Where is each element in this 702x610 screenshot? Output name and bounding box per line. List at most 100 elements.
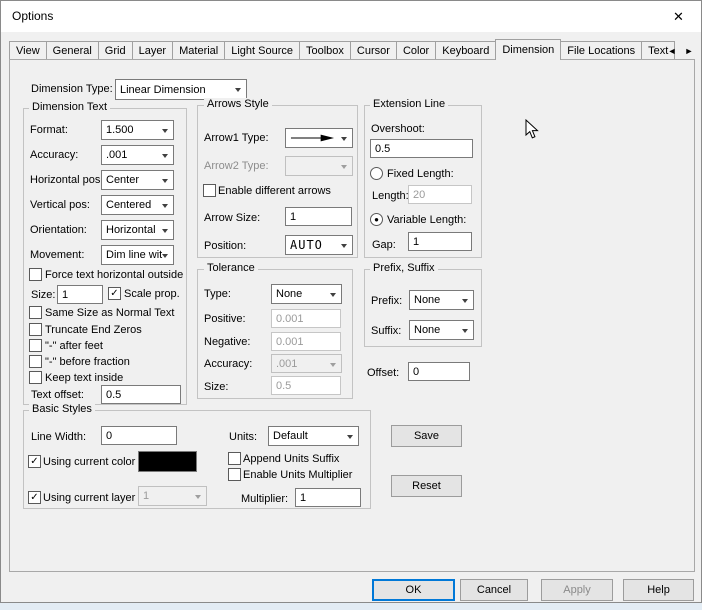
dash-after-feet-checkbox[interactable]	[29, 339, 42, 352]
arrow1-type-label: Arrow1 Type:	[204, 132, 269, 144]
save-button[interactable]: Save	[391, 425, 462, 447]
checkmark-icon: ✓	[110, 288, 119, 299]
using-current-color-checkbox[interactable]: ✓	[28, 455, 41, 468]
layer-value: 1	[143, 490, 150, 502]
format-select[interactable]: 1.500	[101, 120, 174, 140]
chevron-down-icon	[162, 254, 168, 258]
layer-select: 1	[138, 486, 207, 506]
radio-dot-icon: ●	[374, 215, 379, 224]
truncate-end-zeros-checkbox[interactable]	[29, 323, 42, 336]
overshoot-input[interactable]	[370, 139, 473, 158]
tab-general[interactable]: General	[45, 41, 99, 59]
ok-button[interactable]: OK	[372, 579, 455, 601]
length-label: Length:	[372, 190, 409, 202]
close-button[interactable]: ✕	[656, 1, 701, 32]
help-button[interactable]: Help	[623, 579, 694, 601]
chevron-down-icon	[235, 88, 241, 92]
gap-label: Gap:	[372, 239, 396, 251]
dimension-text-group-title: Dimension Text	[29, 101, 110, 113]
prefix-value: None	[414, 294, 441, 306]
movement-select[interactable]: Dim line wit	[101, 245, 174, 265]
chevron-down-icon	[341, 137, 347, 141]
multiplier-input[interactable]	[295, 488, 361, 507]
prefix-label: Prefix:	[371, 295, 403, 307]
suffix-select[interactable]: None	[409, 320, 474, 340]
tolerance-group-title: Tolerance	[204, 262, 258, 274]
accuracy-select[interactable]: .001	[101, 145, 174, 165]
truncate-end-zeros-label: Truncate End Zeros	[45, 324, 142, 336]
tab-view[interactable]: View	[9, 41, 47, 59]
enable-units-multiplier-label: Enable Units Multiplier	[243, 469, 353, 481]
units-select[interactable]: Default	[268, 426, 359, 446]
using-current-layer-label: Using current layer	[43, 492, 136, 504]
append-units-suffix-checkbox[interactable]	[228, 452, 241, 465]
close-icon: ✕	[673, 8, 684, 24]
tolerance-type-select[interactable]: None	[271, 284, 342, 304]
extension-line-group-title: Extension Line	[370, 98, 449, 110]
offset-input[interactable]	[408, 362, 470, 381]
basic-styles-group-title: Basic Styles	[29, 403, 95, 415]
gap-input[interactable]	[408, 232, 472, 251]
orientation-select[interactable]: Horizontal	[101, 220, 174, 240]
tab-scroll-right-icon[interactable]: ►	[681, 43, 697, 59]
tab-material[interactable]: Material	[172, 41, 226, 59]
arrow1-type-select[interactable]	[285, 128, 353, 148]
prefix-select[interactable]: None	[409, 290, 474, 310]
horizontal-pos-select[interactable]: Center	[101, 170, 174, 190]
position-label: Position:	[204, 240, 247, 252]
tab-grid[interactable]: Grid	[97, 41, 133, 59]
tolerance-negative-label: Negative:	[204, 336, 251, 348]
tab-layer[interactable]: Layer	[131, 41, 174, 59]
color-swatch-button[interactable]	[138, 451, 197, 472]
vertical-pos-value: Centered	[106, 199, 152, 211]
chevron-down-icon	[330, 293, 336, 297]
tab-scroll-left-icon[interactable]: ◄	[664, 43, 680, 59]
fixed-length-radio[interactable]	[370, 167, 383, 180]
keep-text-inside-checkbox[interactable]	[29, 371, 42, 384]
tolerance-accuracy-select: .001	[271, 354, 342, 373]
position-select[interactable]: AUTO	[285, 235, 353, 255]
enable-units-multiplier-checkbox[interactable]	[228, 468, 241, 481]
using-current-layer-checkbox[interactable]: ✓	[28, 491, 41, 504]
tab-color[interactable]: Color	[395, 41, 437, 59]
cancel-button[interactable]: Cancel	[460, 579, 528, 601]
tab-light-source[interactable]: Light Source	[224, 41, 300, 59]
force-text-horizontal-label: Force text horizontal outside	[45, 269, 184, 281]
tolerance-size-label: Size:	[204, 381, 229, 393]
tab-file-locations[interactable]: File Locations	[560, 41, 643, 59]
dimension-type-select[interactable]: Linear Dimension	[115, 79, 247, 100]
dash-before-fraction-checkbox[interactable]	[29, 355, 42, 368]
arrow2-type-select	[285, 156, 353, 176]
tab-toolbox[interactable]: Toolbox	[299, 41, 351, 59]
accuracy-value: .001	[106, 149, 128, 161]
size-input[interactable]	[57, 285, 103, 304]
tolerance-positive-input	[271, 309, 341, 328]
same-size-label: Same Size as Normal Text	[45, 307, 175, 319]
units-label: Units:	[229, 431, 258, 443]
variable-length-radio[interactable]: ●	[370, 213, 383, 226]
chevron-down-icon	[462, 329, 468, 333]
text-offset-input[interactable]	[101, 385, 181, 404]
same-size-checkbox[interactable]	[29, 306, 42, 319]
chevron-down-icon	[341, 165, 347, 169]
prefix-suffix-group-title: Prefix, Suffix	[370, 262, 438, 274]
tab-cursor[interactable]: Cursor	[349, 41, 397, 59]
tab-keyboard[interactable]: Keyboard	[435, 41, 497, 59]
chevron-down-icon	[347, 435, 353, 439]
vertical-pos-select[interactable]: Centered	[101, 195, 174, 215]
force-text-horizontal-checkbox[interactable]	[29, 268, 42, 281]
reset-button[interactable]: Reset	[391, 475, 462, 497]
tab-dimension[interactable]: Dimension	[495, 39, 562, 60]
title-bar: Options ✕	[1, 1, 701, 32]
line-width-input[interactable]	[101, 426, 177, 445]
arrows-style-group-title: Arrows Style	[204, 98, 272, 110]
checkmark-icon: ✓	[30, 492, 39, 503]
tolerance-size-input	[271, 376, 341, 395]
dash-before-fraction-label: "-" before fraction	[45, 356, 130, 368]
enable-different-arrows-checkbox[interactable]	[203, 184, 216, 197]
arrow-size-input[interactable]	[285, 207, 352, 226]
dimension-type-value: Linear Dimension	[120, 83, 206, 96]
enable-different-arrows-label: Enable different arrows	[218, 185, 331, 197]
scale-prop-checkbox[interactable]: ✓	[108, 287, 121, 300]
checkmark-icon: ✓	[30, 456, 39, 467]
